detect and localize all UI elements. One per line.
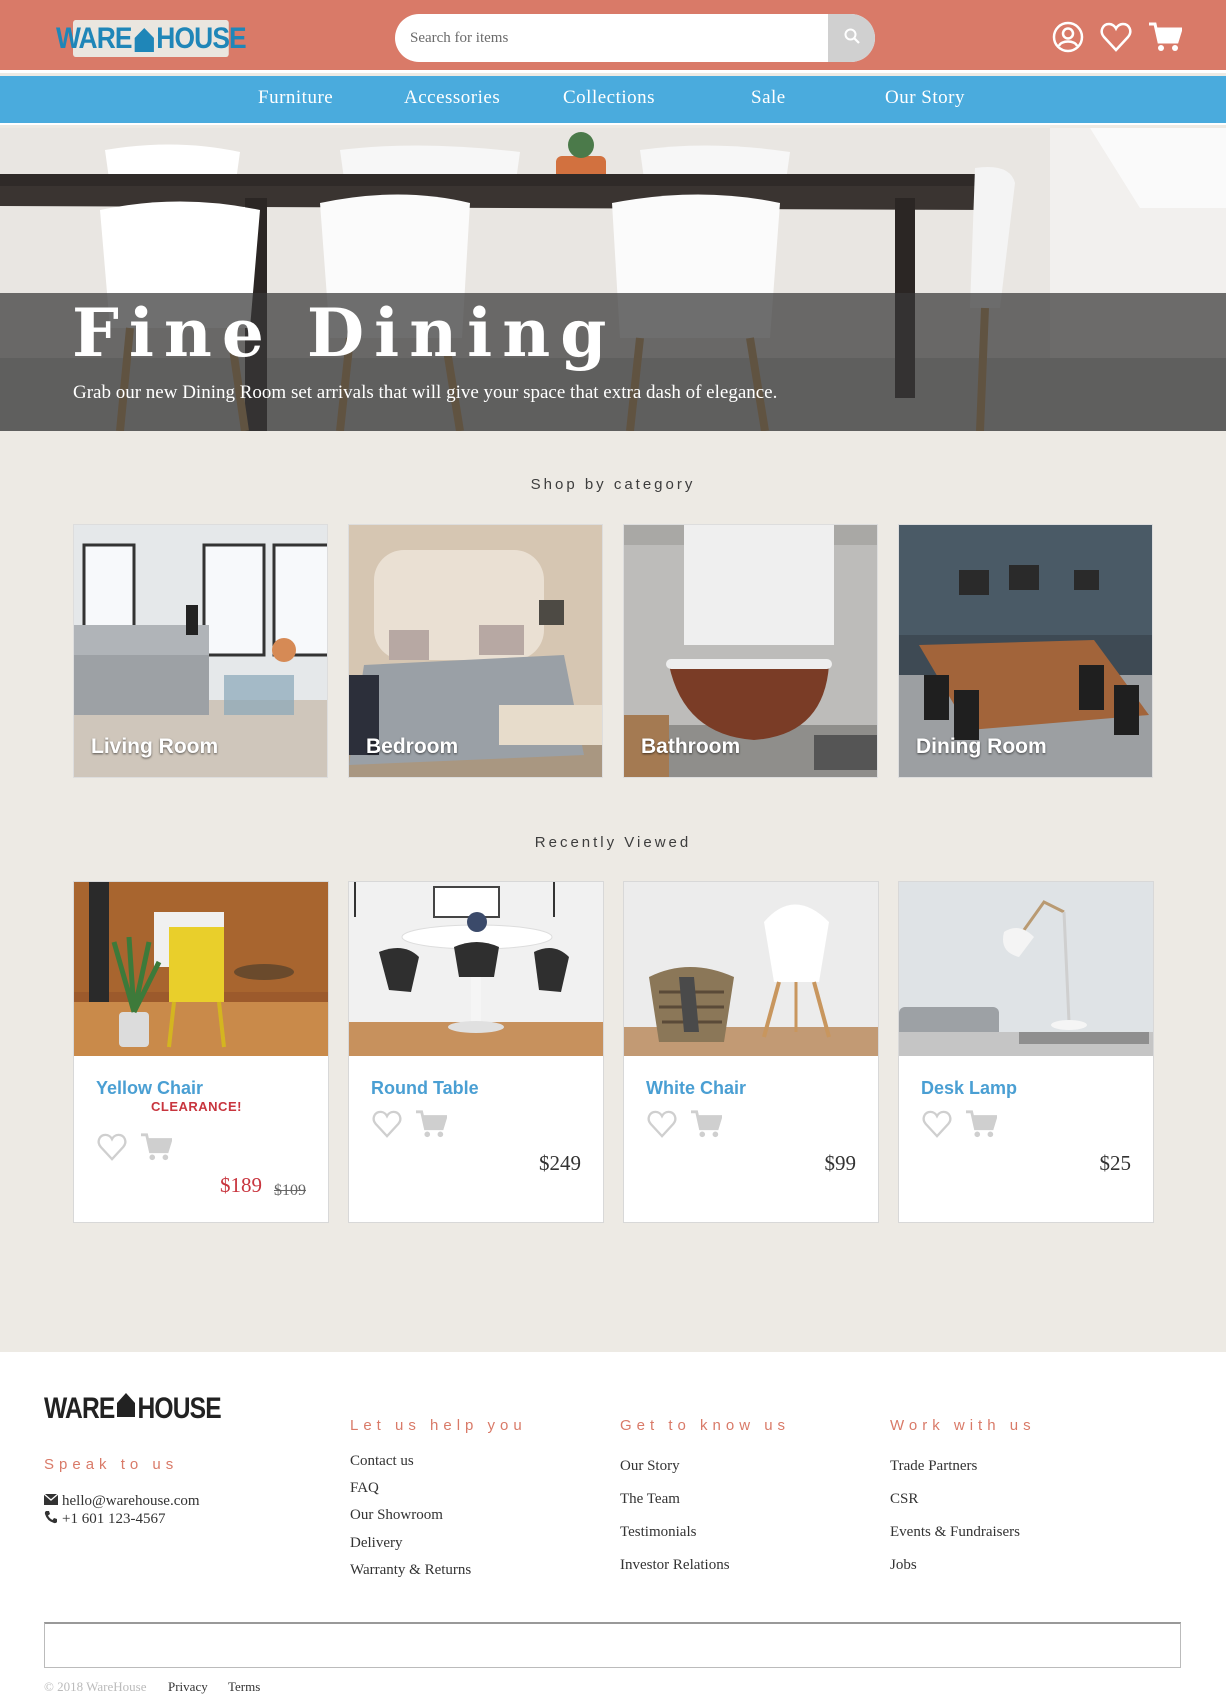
footer: WARE HOUSE Speak to us hello@warehouse.co… — [0, 1352, 1226, 1700]
terms-link[interactable]: Terms — [228, 1679, 260, 1695]
footer-link-testimonials[interactable]: Testimonials — [620, 1524, 696, 1541]
add-to-cart-icon[interactable] — [415, 1109, 447, 1139]
footer-link-investors[interactable]: Investor Relations — [620, 1557, 730, 1574]
footer-link-delivery[interactable]: Delivery — [350, 1535, 402, 1552]
nav-accessories[interactable]: Accessories — [404, 87, 500, 109]
house-icon — [134, 26, 154, 52]
footer-link-our-story[interactable]: Our Story — [620, 1458, 680, 1475]
speak-to-us-heading: Speak to us — [44, 1456, 179, 1473]
work-heading: Work with us — [890, 1417, 1036, 1434]
product-card-yellow-chair: Yellow Chair CLEARANCE! $189 $109 — [73, 881, 329, 1223]
privacy-link[interactable]: Privacy — [168, 1679, 208, 1695]
account-icon[interactable] — [1051, 20, 1085, 54]
copyright: © 2018 WareHouse — [44, 1679, 147, 1694]
footer-logo-left: WARE — [44, 1392, 115, 1425]
footer-link-warranty[interactable]: Warranty & Returns — [350, 1562, 471, 1579]
footer-link-faq[interactable]: FAQ — [350, 1480, 379, 1497]
search-button[interactable] — [828, 14, 875, 62]
logo-text-right: HOUSE — [156, 21, 246, 55]
footer-link-contact[interactable]: Contact us — [350, 1453, 414, 1470]
product-image[interactable] — [74, 882, 328, 1056]
category-bedroom[interactable]: Bedroom — [348, 524, 603, 778]
footer-logo[interactable]: WARE HOUSE — [44, 1391, 222, 1426]
product-name[interactable]: Yellow Chair — [96, 1076, 226, 1100]
wishlist-heart-icon[interactable] — [921, 1109, 953, 1139]
product-price: $99 — [824, 1151, 857, 1175]
cart-icon[interactable] — [1148, 20, 1182, 54]
top-header: WARE HOUSE — [0, 0, 1226, 73]
product-name[interactable]: Desk Lamp — [921, 1076, 1051, 1100]
footer-link-team[interactable]: The Team — [620, 1491, 680, 1508]
footer-phone[interactable]: +1 601 123-4567 — [44, 1510, 165, 1529]
footer-phone-text: +1 601 123-4567 — [62, 1511, 166, 1527]
footer-link-showroom[interactable]: Our Showroom — [350, 1507, 443, 1524]
help-heading: Let us help you — [350, 1417, 527, 1434]
product-card-desk-lamp: Desk Lamp $25 — [898, 881, 1154, 1223]
product-image[interactable] — [899, 882, 1153, 1056]
category-label: Bedroom — [366, 735, 459, 758]
category-living-room[interactable]: Living Room — [73, 524, 328, 778]
footer-divider-box — [44, 1622, 1181, 1668]
product-price: $189 — [220, 1173, 262, 1197]
search-icon — [844, 28, 860, 49]
footer-link-events[interactable]: Events & Fundraisers — [890, 1524, 1020, 1541]
hero-subtitle: Grab our new Dining Room set arrivals th… — [73, 382, 778, 403]
clearance-badge: CLEARANCE! — [151, 1099, 242, 1114]
footer-link-csr[interactable]: CSR — [890, 1491, 918, 1508]
wishlist-heart-icon[interactable] — [371, 1109, 403, 1139]
search-bar — [395, 14, 875, 62]
footer-link-trade[interactable]: Trade Partners — [890, 1458, 977, 1475]
add-to-cart-icon[interactable] — [965, 1109, 997, 1139]
add-to-cart-icon[interactable] — [690, 1109, 722, 1139]
product-name[interactable]: Round Table — [371, 1076, 501, 1100]
footer-link-jobs[interactable]: Jobs — [890, 1557, 917, 1574]
category-bathroom[interactable]: Bathroom — [623, 524, 878, 778]
category-dining-room[interactable]: Dining Room — [898, 524, 1153, 778]
search-input[interactable] — [395, 14, 828, 62]
know-heading: Get to know us — [620, 1417, 791, 1434]
envelope-icon — [43, 1493, 59, 1510]
nav-our-story[interactable]: Our Story — [885, 87, 965, 109]
main-nav: Furniture Accessories Collections Sale O… — [0, 76, 1226, 125]
nav-collections[interactable]: Collections — [563, 87, 655, 109]
product-price: $249 — [539, 1151, 581, 1175]
house-icon — [116, 1391, 136, 1417]
product-old-price: $109 — [274, 1182, 306, 1199]
category-label: Living Room — [91, 735, 219, 758]
wishlist-heart-icon[interactable] — [646, 1109, 678, 1139]
footer-email-text: hello@warehouse.com — [62, 1493, 200, 1509]
product-image[interactable] — [349, 882, 603, 1056]
category-label: Dining Room — [916, 735, 1047, 758]
warehouse-logo[interactable]: WARE HOUSE — [56, 20, 247, 57]
shop-by-category-title: Shop by category — [530, 476, 696, 493]
product-image[interactable] — [624, 882, 878, 1056]
wishlist-heart-icon[interactable] — [96, 1132, 128, 1162]
footer-email[interactable]: hello@warehouse.com — [43, 1493, 200, 1510]
heart-icon[interactable] — [1099, 20, 1133, 54]
product-card-white-chair: White Chair $99 — [623, 881, 879, 1223]
hero-banner[interactable]: Fine Dining Grab our new Dining Room set… — [0, 128, 1226, 431]
category-label: Bathroom — [641, 735, 741, 758]
hero-title: Fine Dining — [72, 294, 617, 372]
add-to-cart-icon[interactable] — [140, 1132, 172, 1162]
nav-furniture[interactable]: Furniture — [258, 87, 333, 109]
recently-viewed-title: Recently Viewed — [534, 834, 692, 851]
phone-icon — [44, 1510, 58, 1529]
product-price: $25 — [1099, 1151, 1132, 1175]
product-card-round-table: Round Table $249 — [348, 881, 604, 1223]
footer-logo-right: HOUSE — [137, 1392, 221, 1425]
nav-sale[interactable]: Sale — [751, 87, 786, 109]
product-name[interactable]: White Chair — [646, 1076, 776, 1100]
logo-text-left: WARE — [55, 21, 133, 55]
